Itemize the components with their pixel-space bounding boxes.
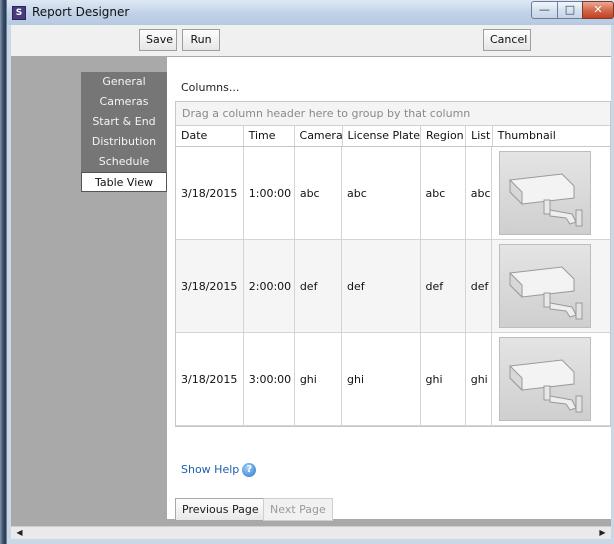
column-header-license-plate[interactable]: License Plate bbox=[343, 126, 421, 146]
maximize-button[interactable]: □ bbox=[557, 1, 583, 19]
cell-time: 2:00:00 bbox=[244, 240, 295, 332]
show-help-link[interactable]: Show Help? bbox=[181, 463, 257, 477]
content-area: General Cameras Start & End Distribution… bbox=[11, 56, 611, 526]
window-title: Report Designer bbox=[32, 5, 130, 19]
cell-camera: def bbox=[295, 240, 342, 332]
cancel-button[interactable]: Cancel bbox=[483, 29, 531, 51]
group-by-drop-area[interactable]: Drag a column header here to group by th… bbox=[176, 102, 610, 126]
cell-thumbnail bbox=[492, 147, 610, 239]
cell-time: 3:00:00 bbox=[244, 333, 295, 425]
previous-page-button[interactable]: Previous Page bbox=[175, 498, 266, 521]
next-page-button[interactable]: Next Page bbox=[263, 498, 333, 521]
cell-date: 3/18/2015 bbox=[176, 147, 244, 239]
show-help-label: Show Help bbox=[181, 463, 240, 476]
scroll-right-arrow-icon[interactable]: ▶ bbox=[596, 527, 609, 539]
cell-date: 3/18/2015 bbox=[176, 333, 244, 425]
table-row[interactable]: 3/18/2015 3:00:00 ghi ghi ghi ghi bbox=[176, 333, 610, 426]
nav-item-start-end[interactable]: Start & End bbox=[81, 112, 167, 132]
column-header-time[interactable]: Time bbox=[244, 126, 295, 146]
close-button[interactable]: ✕ bbox=[582, 1, 614, 19]
cell-thumbnail bbox=[492, 240, 610, 332]
nav-item-table-view[interactable]: Table View bbox=[81, 172, 167, 192]
column-header-region[interactable]: Region bbox=[421, 126, 467, 146]
run-button[interactable]: Run bbox=[182, 29, 220, 51]
cell-camera: ghi bbox=[295, 333, 342, 425]
title-bar[interactable]: S Report Designer — □ ✕ bbox=[7, 0, 614, 25]
column-header-list[interactable]: List bbox=[466, 126, 493, 146]
help-icon: ? bbox=[242, 463, 257, 477]
cell-region: ghi bbox=[421, 333, 466, 425]
cell-license-plate: ghi bbox=[342, 333, 421, 425]
nav-item-schedule[interactable]: Schedule bbox=[81, 152, 167, 172]
security-camera-thumbnail-icon bbox=[499, 151, 592, 235]
scroll-left-arrow-icon[interactable]: ◀ bbox=[13, 527, 26, 539]
table-row[interactable]: 3/18/2015 2:00:00 def def def def bbox=[176, 240, 610, 333]
save-button[interactable]: Save bbox=[139, 29, 177, 51]
toolbar: Save Run Cancel bbox=[11, 25, 611, 56]
client-area: Save Run Cancel General Cameras Start & … bbox=[11, 25, 611, 539]
results-grid: Drag a column header here to group by th… bbox=[175, 101, 611, 427]
nav-item-distribution[interactable]: Distribution bbox=[81, 132, 167, 152]
security-camera-thumbnail-icon bbox=[499, 337, 592, 421]
column-header-thumbnail[interactable]: Thumbnail bbox=[493, 126, 610, 146]
nav-item-cameras[interactable]: Cameras bbox=[81, 92, 167, 112]
column-header-date[interactable]: Date bbox=[176, 126, 244, 146]
table-view-panel: Columns... Drag a column header here to … bbox=[167, 57, 611, 521]
cell-list: def bbox=[466, 240, 493, 332]
cell-list: abc bbox=[466, 147, 493, 239]
column-header-camera[interactable]: Camera bbox=[295, 126, 343, 146]
cell-camera: abc bbox=[295, 147, 342, 239]
cell-date: 3/18/2015 bbox=[176, 240, 244, 332]
cell-thumbnail bbox=[492, 333, 610, 425]
table-row[interactable]: 3/18/2015 1:00:00 abc abc abc abc bbox=[176, 147, 610, 240]
cell-time: 1:00:00 bbox=[244, 147, 295, 239]
security-camera-thumbnail-icon bbox=[499, 244, 592, 328]
report-designer-window: S Report Designer — □ ✕ Save Run Cancel … bbox=[6, 0, 614, 544]
columns-link[interactable]: Columns... bbox=[181, 81, 239, 94]
cell-license-plate: def bbox=[342, 240, 421, 332]
horizontal-scrollbar[interactable]: ◀ ▶ bbox=[11, 526, 611, 539]
app-icon: S bbox=[12, 6, 26, 20]
cell-region: def bbox=[421, 240, 466, 332]
minimize-button[interactable]: — bbox=[531, 1, 558, 19]
wizard-nav: General Cameras Start & End Distribution… bbox=[81, 72, 167, 192]
cell-list: ghi bbox=[466, 333, 493, 425]
cell-region: abc bbox=[421, 147, 466, 239]
grid-header: Date Time Camera License Plate Region Li… bbox=[176, 126, 610, 147]
cell-license-plate: abc bbox=[342, 147, 421, 239]
nav-item-general[interactable]: General bbox=[81, 72, 167, 92]
